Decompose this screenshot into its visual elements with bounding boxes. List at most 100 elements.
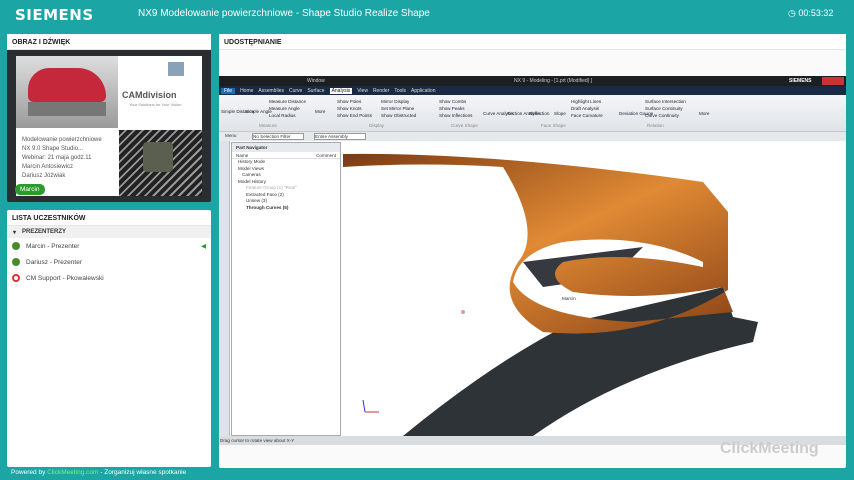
participant-name: Dariusz - Prezenter <box>26 258 82 266</box>
camdivision-logo <box>128 62 196 80</box>
slide-line: Webinar: 21 maja godz.11 <box>22 155 92 161</box>
slide-line: Dariusz Jóźwiak <box>22 173 66 179</box>
group-label: Relation <box>647 123 664 128</box>
tab-curve[interactable]: Curve <box>289 88 302 94</box>
tab-home[interactable]: Home <box>240 88 253 94</box>
more-button[interactable]: More <box>699 111 709 116</box>
set-mirror-plane-button[interactable]: Set Mirror Plane <box>381 106 414 111</box>
nx-toolbar: Menu No Selection Filter Entire Assembly <box>219 131 846 141</box>
tab-analysis[interactable]: Analysis <box>329 87 353 94</box>
group-label: Curve Shape <box>451 123 478 128</box>
3d-viewport[interactable] <box>343 142 846 436</box>
navigator-title: Part Navigator <box>232 143 340 152</box>
curve-continuity-button[interactable]: Curve Continuity <box>645 113 679 118</box>
surface-intersection-button[interactable]: Surface Intersection <box>645 99 686 104</box>
tree-node[interactable]: Through Curves (5) <box>232 205 340 212</box>
participant-item[interactable]: Marcin - Prezenter ◀ <box>7 238 211 254</box>
nx-brand: SIEMENS <box>789 78 812 84</box>
menu-button[interactable]: Menu <box>225 133 237 138</box>
tab-view[interactable]: View <box>357 88 368 94</box>
window-controls[interactable] <box>822 77 844 85</box>
siemens-logo: SIEMENS <box>15 6 94 24</box>
video-feed: CAMdivision Your Solutions for Your Visi… <box>10 50 208 200</box>
slide-line: NX 9.0 Shape Studio... <box>22 146 84 152</box>
cursor-label: Marcin <box>562 296 576 301</box>
mirror-display-button[interactable]: Mirror Display <box>381 99 409 104</box>
show-knots-button[interactable]: Show Knots <box>337 106 362 111</box>
clickmeeting-watermark: ClickMeeting <box>720 440 819 457</box>
participant-item[interactable]: CM Support - Pkowalewski <box>7 270 211 286</box>
group-label: Measure <box>259 123 277 128</box>
user-icon <box>12 242 20 250</box>
machining-image <box>119 130 202 196</box>
nx-window[interactable]: Window NX 9 - Modeling - [1.prt (Modifie… <box>219 76 846 445</box>
brand-tagline: Your Solutions for Your Vision <box>129 102 182 107</box>
participant-name: CM Support - Pkowalewski <box>26 274 104 282</box>
tab-application[interactable]: Application <box>411 88 435 94</box>
origin-marker <box>461 310 465 314</box>
tab-surface[interactable]: Surface <box>307 88 324 94</box>
measure-distance-button[interactable]: Measure Distance <box>269 99 306 104</box>
footer-text: Powered by <box>11 469 46 476</box>
timer-value: 00:53:32 <box>798 8 834 18</box>
tab-render[interactable]: Render <box>373 88 389 94</box>
user-icon <box>12 258 20 266</box>
group-label: Display <box>369 123 385 128</box>
tab-file[interactable]: File <box>221 87 236 94</box>
triad-icon <box>362 399 379 413</box>
window-menu[interactable]: Window <box>307 78 325 84</box>
more-button[interactable]: More <box>315 109 325 114</box>
group-label: PREZENTERZY <box>22 229 67 235</box>
speaker-name-tag: Marcin <box>15 184 45 195</box>
show-peaks-button[interactable]: Show Peaks <box>439 106 465 111</box>
group-presenters[interactable]: ▾ PREZENTERZY <box>7 226 211 238</box>
selection-filter-select[interactable]: No Selection Filter <box>252 133 304 140</box>
organize-meeting-link[interactable]: - Zorganizuj własne spotkanie <box>100 469 186 476</box>
group-label: Face Shape <box>541 123 566 128</box>
face-curvature-button[interactable]: Face Curvature <box>571 113 603 118</box>
local-radius-button[interactable]: Local Radius <box>269 113 296 118</box>
assembly-scope-select[interactable]: Entire Assembly <box>314 133 366 140</box>
show-end-points-button[interactable]: Show End Points <box>337 113 372 118</box>
nx-ribbon: Simple Distance Simple Angle Measure Dis… <box>219 95 846 131</box>
support-lifebuoy-icon <box>12 274 20 282</box>
share-title: UDOSTĘPNIANIE <box>219 34 846 50</box>
slide-image: CAMdivision Your Solutions for Your Visi… <box>16 56 202 196</box>
slide-line: Modelowanie powierzchniowe <box>22 137 102 143</box>
collapse-icon: ▾ <box>13 230 17 236</box>
footer: Powered by ClickMeeting.com - Zorganizuj… <box>11 469 186 476</box>
slide-line: Marcin Antosiewicz <box>22 164 74 170</box>
participant-item[interactable]: Dariusz - Prezenter <box>7 254 211 270</box>
participant-name: Marcin - Prezenter <box>26 242 80 250</box>
resource-bar[interactable] <box>219 141 230 436</box>
session-timer: ◷ 00:53:32 <box>788 8 833 19</box>
reflection-button[interactable]: Reflection <box>529 111 549 116</box>
clock-icon: ◷ <box>788 8 799 18</box>
tab-assemblies[interactable]: Assemblies <box>258 88 284 94</box>
draft-analysis-button[interactable]: Draft Analysis <box>571 106 599 111</box>
video-panel: OBRAZ I DŹWIĘK CAMdivision Your Solution… <box>7 34 211 202</box>
part-navigator: Part Navigator Name Comment History Mode … <box>231 142 341 436</box>
nx-titlebar: Window NX 9 - Modeling - [1.prt (Modifie… <box>219 76 846 86</box>
surface-continuity-button[interactable]: Surface Continuity <box>645 106 683 111</box>
clickmeeting-link[interactable]: ClickMeeting.com <box>47 469 98 476</box>
column-comment[interactable]: Comment <box>316 153 336 158</box>
show-obstructed-button[interactable]: Show Obstructed <box>381 113 416 118</box>
show-inflections-button[interactable]: Show Inflections <box>439 113 472 118</box>
participants-panel: LISTA UCZESTNIKÓW ▾ PREZENTERZY Marcin - … <box>7 210 211 467</box>
webinar-title: NX9 Modelowanie powierzchniowe - Shape S… <box>138 8 430 19</box>
highlight-lines-button[interactable]: Highlight Lines <box>571 99 601 104</box>
show-poles-button[interactable]: Show Poles <box>337 99 361 104</box>
brand-text: CAMdivision <box>122 90 177 100</box>
simple-angle-button[interactable]: Simple Angle <box>245 109 272 114</box>
speaker-icon: ◀ <box>201 243 206 250</box>
nx-window-title: NX 9 - Modeling - [1.prt (Modified) ] <box>514 78 593 84</box>
video-panel-title: OBRAZ I DŹWIĘK <box>7 34 211 50</box>
measure-angle-button[interactable]: Measure Angle <box>269 106 300 111</box>
car-model-image <box>16 56 118 128</box>
show-combs-button[interactable]: Show Combs <box>439 99 466 104</box>
tab-tools[interactable]: Tools <box>394 88 406 94</box>
column-name[interactable]: Name <box>236 153 248 158</box>
slope-button[interactable]: Slope <box>554 111 566 116</box>
nx-ribbon-tabs: File Home Assemblies Curve Surface Analy… <box>219 86 846 95</box>
